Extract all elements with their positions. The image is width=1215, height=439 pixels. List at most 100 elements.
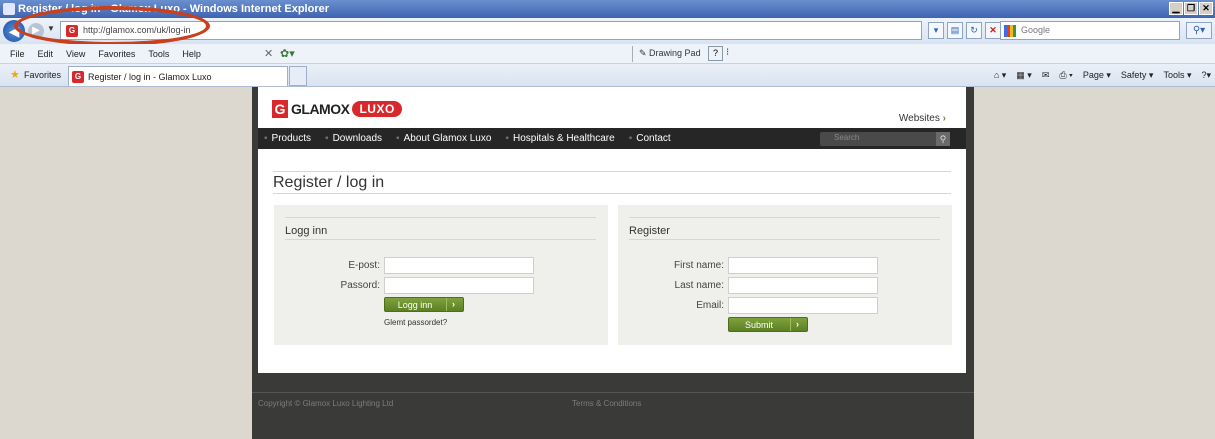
toolbar-options-icon[interactable]: ⁝ [726,47,729,58]
site-container: G GLAMOX LUXO Websites › ▪ Products ▪ Down… [258,87,966,373]
register-email-label: Email: [696,300,724,311]
ie-icon [3,3,15,15]
login-button-label: Logg inn [397,300,433,310]
google-search-provider-icon [1004,25,1016,37]
logo-g-mark-icon: G [272,100,288,118]
menu-help[interactable]: Help [182,49,201,59]
copyright-text: Copyright © Glamox Luxo Lighting Ltd [258,399,394,408]
window-titlebar: Register / log in - Glamox Luxo - Window… [0,0,1215,18]
favorites-star-icon[interactable]: ★ [10,68,20,81]
register-email-field[interactable] [728,297,878,314]
address-bar[interactable]: G http://glamox.com/uk/log-in [60,21,922,40]
safety-menu[interactable]: Safety ▾ [1121,70,1154,81]
chevron-right-icon: › [942,113,946,124]
password-field[interactable] [384,277,534,294]
drawing-pad-button[interactable]: ✎ Drawing Pad [632,46,701,62]
register-panel: Register First name: Last name: Email: S… [618,205,952,345]
nav-item-hospitals[interactable]: ▪ Hospitals & Healthcare [505,133,614,144]
email-field[interactable] [384,257,534,274]
nav-item-contact[interactable]: ▪ Contact [629,133,671,144]
menu-bar: File Edit View Favorites Tools Help ✕ ✿▾… [0,44,1215,64]
toolbar-close-icon[interactable]: ✕ [264,47,273,60]
menu-tools[interactable]: Tools [148,49,169,59]
site-search-placeholder: Search [834,133,860,142]
search-input[interactable]: Google [1000,21,1180,40]
button-separator [790,318,791,331]
divider [285,217,596,218]
menu-favorites[interactable]: Favorites [98,49,135,59]
mail-icon[interactable]: ✉ [1042,70,1050,81]
menu-file[interactable]: File [10,49,25,59]
last-name-row: Last name: [618,277,952,294]
favorites-button[interactable]: Favorites [24,70,61,80]
search-go-button[interactable]: ⚲▾ [1186,22,1212,39]
favorites-bar: ★ Favorites G Register / log in - Glamox… [0,64,1215,87]
divider [273,171,951,172]
divider [273,193,951,194]
window-controls: ▁ ❐ ✕ [1169,2,1213,15]
nav-item-about[interactable]: ▪ About Glamox Luxo [396,133,491,144]
address-url: http://glamox.com/uk/log-in [83,25,191,35]
search-icon[interactable]: ⚲ [936,132,950,146]
tools-menu[interactable]: Tools ▾ [1163,70,1191,81]
terms-link[interactable]: Terms & Conditions [572,399,641,408]
divider [629,217,940,218]
menu-edit[interactable]: Edit [38,49,54,59]
divider [285,239,596,240]
minimize-button[interactable]: ▁ [1169,2,1183,15]
compatibility-view-icon[interactable]: ▤ [947,22,963,39]
page-viewport: G GLAMOX LUXO Websites › ▪ Products ▪ Down… [0,87,1215,439]
chevron-right-icon: › [796,319,799,329]
register-heading: Register [629,225,670,237]
new-tab-button[interactable] [289,66,307,86]
help-menu-icon[interactable]: ?▾ [1201,70,1211,81]
first-name-field[interactable] [728,257,878,274]
login-panel: Logg inn E-post: Passord: Logg inn › Gle… [274,205,608,345]
address-dropdown-icon[interactable]: ▾ [928,22,944,39]
email-row: E-post: [274,257,608,274]
nav-item-products[interactable]: ▪ Products [264,133,311,144]
nav-label: Contact [636,133,671,144]
menu-view[interactable]: View [66,49,85,59]
address-tools: ▾ ▤ ↻ ✕ [928,22,1001,39]
window-title: Register / log in - Glamox Luxo - Window… [18,3,329,15]
close-window-button[interactable]: ✕ [1199,2,1213,15]
site-favicon-icon: G [66,25,78,37]
logo-brand: GLAMOX [291,101,350,117]
last-name-label: Last name: [674,280,724,291]
back-button[interactable]: ◀ [3,20,25,42]
maximize-button[interactable]: ❐ [1184,2,1198,15]
toolbar-addon-icon[interactable]: ✿▾ [280,47,295,60]
search-placeholder: Google [1021,25,1051,35]
feeds-icon[interactable]: ▦ ▾ [1016,70,1032,81]
nav-label: Downloads [332,133,383,144]
print-icon[interactable]: ⎙ ▾ [1059,70,1072,81]
last-name-field[interactable] [728,277,878,294]
command-bar: ⌂ ▾ ▦ ▾ ✉ ⎙ ▾ Page ▾ Safety ▾ Tools ▾ ?▾ [994,70,1211,81]
nav-label: About Glamox Luxo [403,133,492,144]
main-navigation: ▪ Products ▪ Downloads ▪ About Glamox Luxo … [258,128,966,149]
glamox-luxo-logo[interactable]: G GLAMOX LUXO [272,100,402,118]
nav-item-downloads[interactable]: ▪ Downloads [325,133,382,144]
login-button[interactable]: Logg inn › [384,297,464,312]
home-icon[interactable]: ⌂ ▾ [994,70,1006,81]
first-name-label: First name: [673,260,724,271]
site-search-input[interactable]: Search ⚲ [820,132,950,146]
divider [629,239,940,240]
browser-tab[interactable]: G Register / log in - Glamox Luxo [68,66,288,86]
stop-icon[interactable]: ✕ [985,22,1001,39]
page-title: Register / log in [273,174,385,191]
password-label: Passord: [340,280,380,291]
submit-button[interactable]: Submit › [728,317,808,332]
forward-button[interactable]: ▶ [28,23,44,39]
websites-link[interactable]: Websites › [899,113,946,124]
recent-pages-dropdown-icon[interactable]: ▼ [47,24,55,33]
drawing-pad-label: Drawing Pad [649,48,701,58]
submit-button-label: Submit [744,320,773,330]
logo-badge: LUXO [352,101,402,117]
forgot-password-link[interactable]: Glemt passordet? [384,318,447,327]
help-icon[interactable]: ? [708,46,723,61]
page-menu[interactable]: Page ▾ [1083,70,1111,81]
refresh-icon[interactable]: ↻ [966,22,982,39]
login-heading: Logg inn [285,225,328,237]
